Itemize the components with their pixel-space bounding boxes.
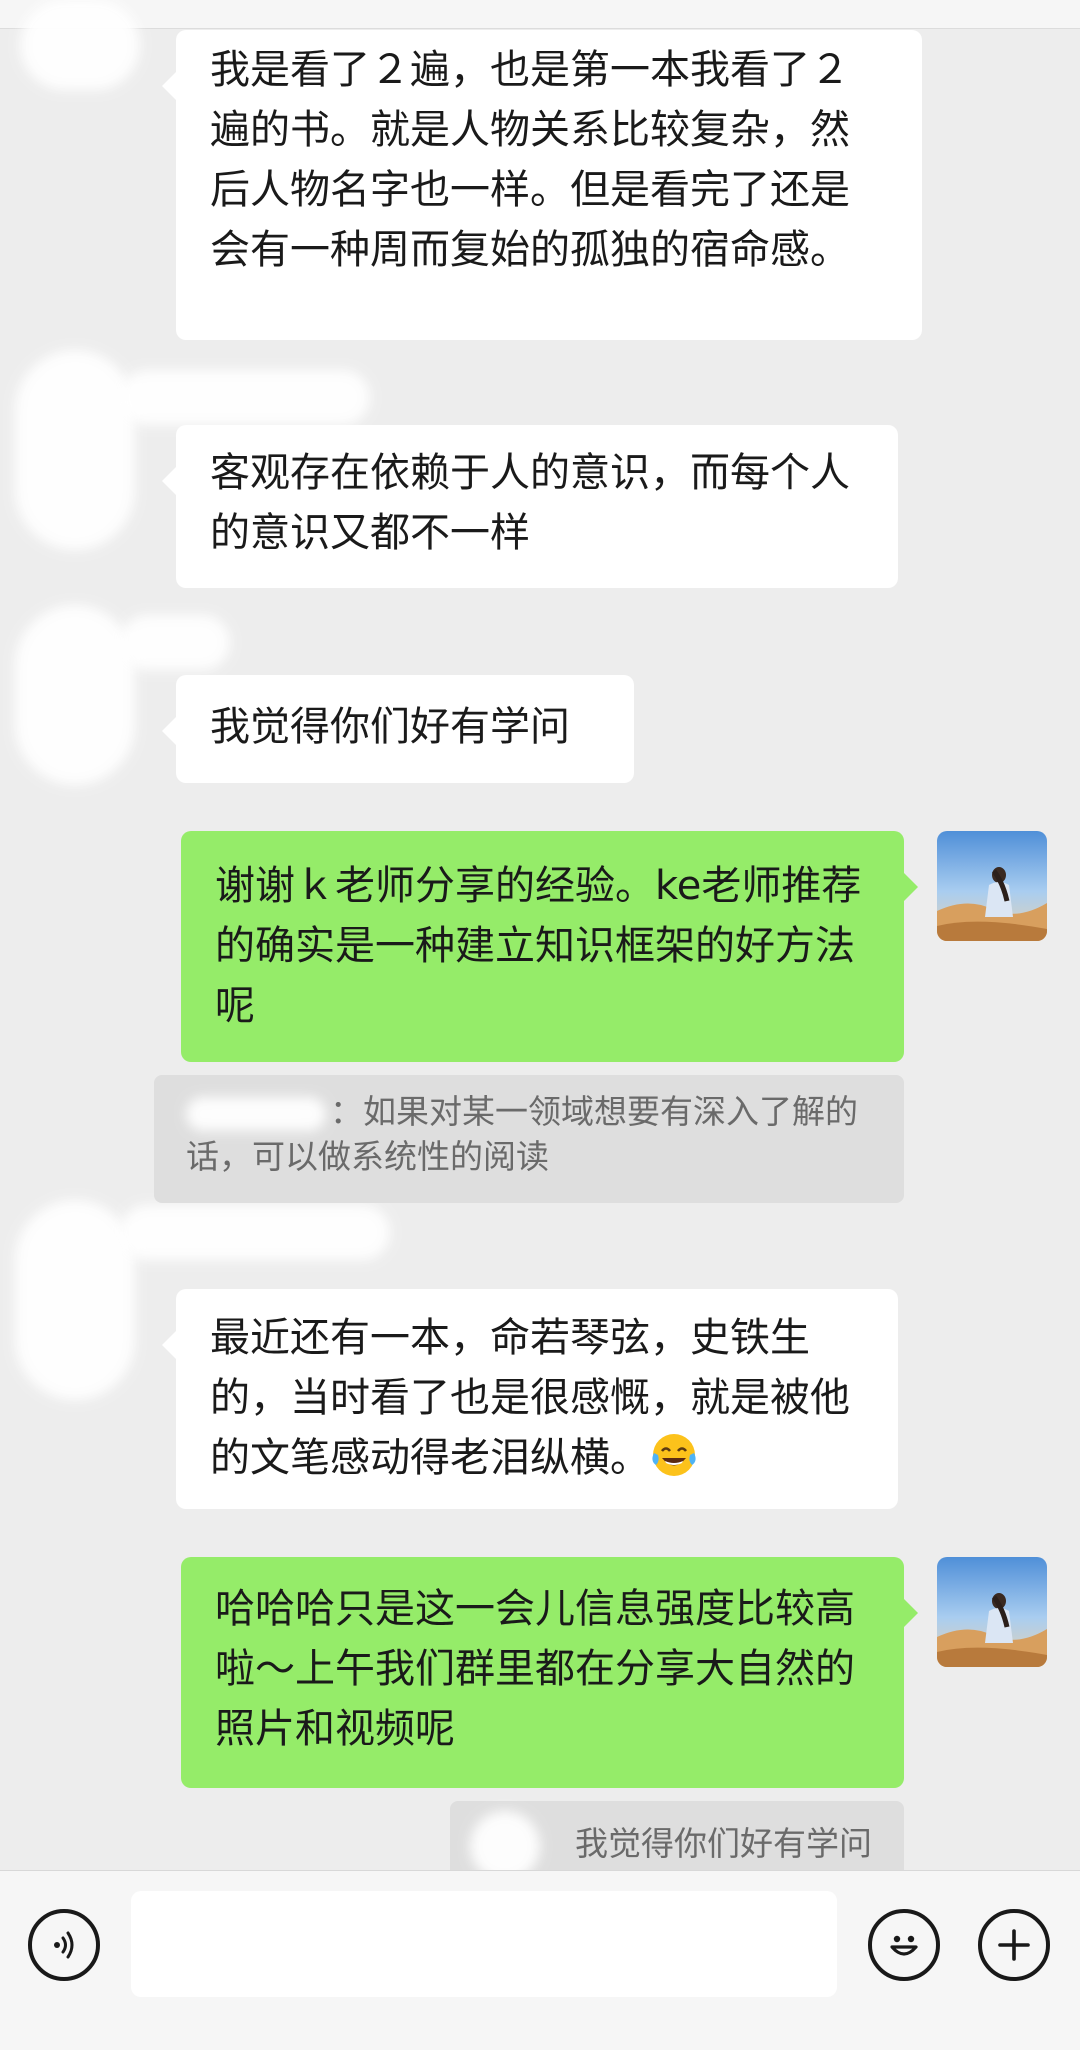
message-text: 谢谢ｋ老师分享的经验。ke老师推荐的确实是一种建立知识框架的好方法呢 [215,863,862,1029]
emoji-button[interactable] [868,1909,940,1981]
message-text: 哈哈哈只是这一会儿信息强度比较高啦～上午我们群里都在分享大自然的照片和视频呢 [215,1586,855,1752]
blurred-sender-avatar [15,605,135,785]
tears-of-joy-emoji [652,1434,696,1476]
message-bubble-outgoing[interactable]: 哈哈哈只是这一会儿信息强度比较高啦～上午我们群里都在分享大自然的照片和视频呢 [181,1557,918,1788]
emoji-icon [890,1935,918,1956]
my-avatar[interactable] [937,1557,1047,1667]
blurred-sender-avatar [20,0,140,90]
message-text: 我是看了２遍，也是第一本我看了２遍的书。就是人物关系比较复杂，然后人物名字也一样… [210,47,850,273]
message-text: 我觉得你们好有学问 [210,704,570,750]
message-bubble-incoming[interactable]: 客观存在依赖于人的意识，而每个人的意识又都不一样 [162,425,898,588]
avatar-image [937,831,1047,941]
message-bubble-incoming[interactable]: 我觉得你们好有学问 [162,675,634,783]
quoted-reply[interactable]: ：如果对某一领域想要有深入了解的话，可以做系统性的阅读 [154,1075,904,1203]
message-text: 客观存在依赖于人的意识，而每个人的意识又都不一样 [210,450,850,556]
voice-icon [54,1931,74,1959]
message-bubble-outgoing[interactable]: 谢谢ｋ老师分享的经验。ke老师推荐的确实是一种建立知识框架的好方法呢 [181,831,918,1062]
chat-area[interactable]: 我是看了２遍，也是第一本我看了２遍的书。就是人物关系比较复杂，然后人物名字也一样… [0,0,1080,1870]
blurred-quote-sender [186,1096,326,1131]
blurred-quote-sender [470,1811,540,1870]
my-avatar[interactable] [937,831,1047,941]
blurred-sender-avatar [15,1200,135,1400]
blurred-sender-avatar [15,350,135,550]
plus-button[interactable] [978,1909,1050,1981]
message-input[interactable] [131,1891,837,1997]
message-bubble-incoming[interactable]: 最近还有一本，命若琴弦，史铁生的，当时看了也是很感慨，就是被他的文笔感动得老泪纵… [162,1289,898,1509]
input-bar [0,1870,1080,2050]
blurred-sender-name [120,370,370,425]
top-bar [0,0,1080,29]
blurred-sender-name [120,615,230,670]
avatar-image [937,1557,1047,1667]
message-bubble-incoming[interactable]: 我是看了２遍，也是第一本我看了２遍的书。就是人物关系比较复杂，然后人物名字也一样… [162,30,922,340]
plus-icon [998,1929,1030,1961]
quote-text: 我觉得你们好有学问 [575,1824,872,1863]
message-text: 最近还有一本，命若琴弦，史铁生的，当时看了也是很感慨，就是被他的文笔感动得老泪纵… [210,1315,850,1481]
voice-button[interactable] [28,1909,100,1981]
blurred-sender-name [120,1205,390,1260]
quoted-reply[interactable]: 我觉得你们好有学问 [450,1801,904,1870]
